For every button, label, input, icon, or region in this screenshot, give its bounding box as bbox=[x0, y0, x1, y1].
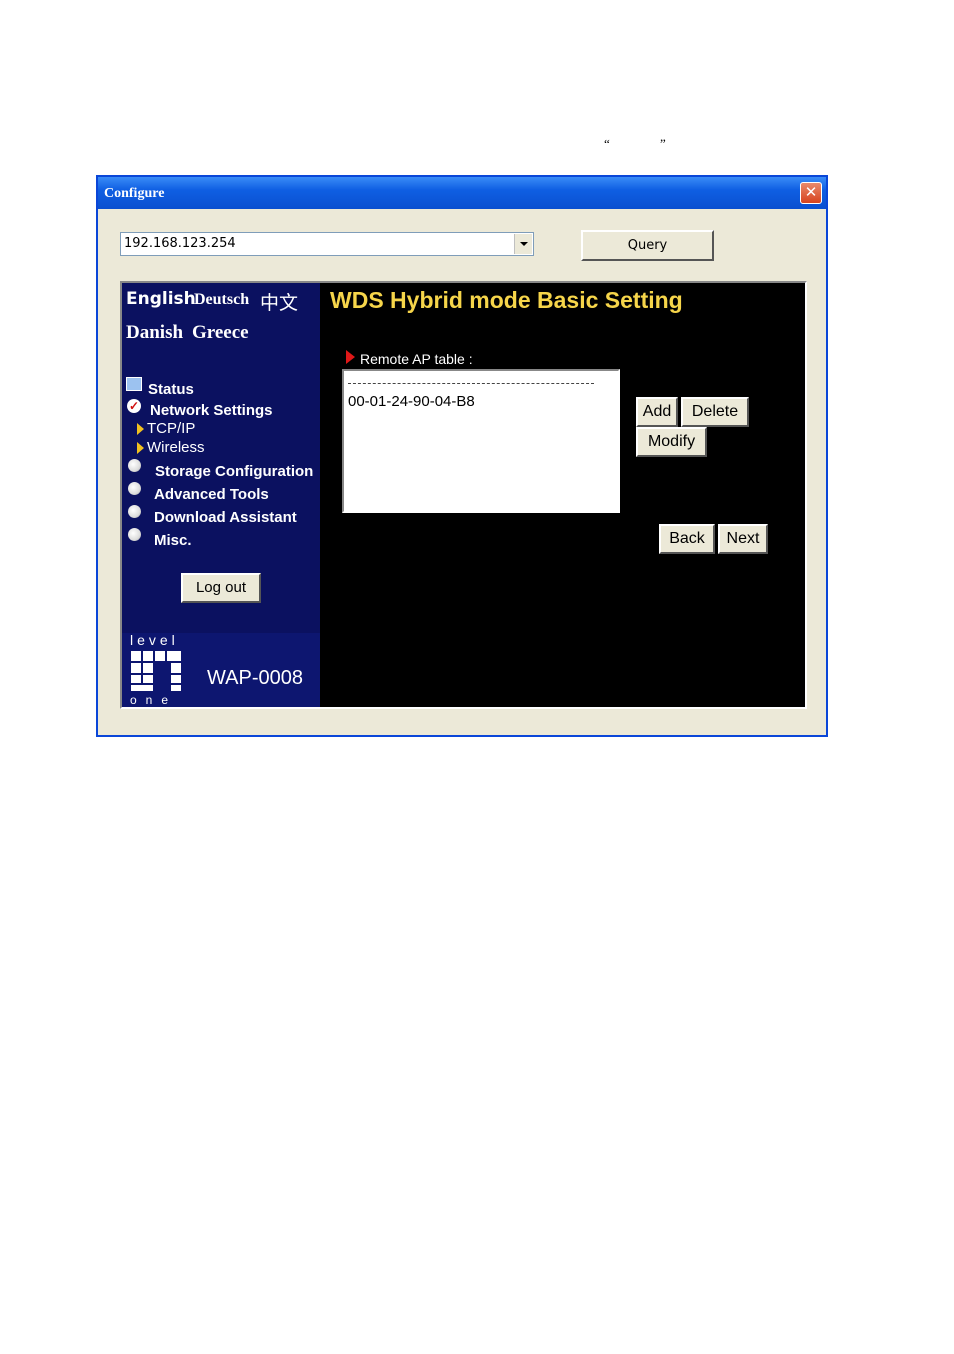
document-quotes: “ ” bbox=[604, 136, 666, 152]
back-button[interactable]: Back bbox=[659, 524, 715, 554]
window-title: Configure bbox=[104, 186, 165, 201]
lang-deutsch[interactable]: Deutsch bbox=[194, 291, 249, 309]
remote-ap-table-label: Remote AP table : bbox=[360, 351, 473, 367]
bullet-icon bbox=[128, 505, 141, 518]
nav-tcpip[interactable]: TCP/IP bbox=[147, 420, 195, 437]
remote-ap-table[interactable]: 00-01-24-90-04-B8 bbox=[342, 369, 620, 513]
page-title: WDS Hybrid mode Basic Setting bbox=[330, 287, 683, 313]
bullet-icon bbox=[128, 482, 141, 495]
lang-chinese[interactable]: 中文 bbox=[260, 288, 298, 315]
logout-button[interactable]: Log out bbox=[181, 573, 261, 603]
nav-status[interactable]: Status bbox=[148, 381, 194, 398]
arrow-right-icon bbox=[137, 423, 144, 435]
title-bar[interactable]: Configure ✕ bbox=[98, 177, 826, 209]
delete-button[interactable]: Delete bbox=[681, 397, 749, 427]
configure-window: Configure ✕ 192.168.123.254 Query Englis… bbox=[96, 175, 828, 737]
brand-logo-area: level one WAP-0008 bbox=[122, 632, 320, 707]
table-separator bbox=[348, 373, 594, 384]
modify-button[interactable]: Modify bbox=[636, 427, 707, 457]
query-button[interactable]: Query bbox=[581, 230, 714, 261]
address-value: 192.168.123.254 bbox=[124, 236, 236, 251]
lang-danish[interactable]: Danish bbox=[126, 322, 183, 344]
sidebar: English Deutsch 中文 Danish Greece Status … bbox=[122, 283, 320, 707]
nav-storage-configuration[interactable]: Storage Configuration bbox=[155, 463, 313, 480]
nav-download-assistant[interactable]: Download Assistant bbox=[154, 509, 297, 526]
logo-top-word: level bbox=[130, 632, 179, 648]
nav-network-settings[interactable]: Network Settings bbox=[150, 402, 273, 419]
lang-greece[interactable]: Greece bbox=[192, 322, 249, 344]
close-quote: ” bbox=[660, 136, 666, 151]
address-combobox[interactable]: 192.168.123.254 bbox=[120, 232, 534, 256]
monitor-icon bbox=[126, 377, 142, 391]
add-button[interactable]: Add bbox=[636, 397, 678, 427]
close-button[interactable]: ✕ bbox=[800, 182, 822, 204]
arrow-right-icon bbox=[137, 442, 144, 454]
bullet-icon bbox=[128, 459, 141, 472]
check-icon: ✓ bbox=[127, 399, 141, 413]
model-name: WAP-0008 bbox=[207, 667, 303, 689]
levelone-logo-icon bbox=[131, 651, 183, 695]
arrow-right-icon bbox=[346, 350, 355, 364]
web-content-panel: English Deutsch 中文 Danish Greece Status … bbox=[120, 281, 807, 709]
bullet-icon bbox=[128, 528, 141, 541]
nav-wireless[interactable]: Wireless bbox=[147, 439, 205, 456]
chevron-down-icon[interactable] bbox=[514, 234, 532, 254]
lang-english[interactable]: English bbox=[126, 289, 196, 309]
list-item[interactable]: 00-01-24-90-04-B8 bbox=[348, 393, 475, 410]
close-icon: ✕ bbox=[804, 183, 818, 201]
open-quote: “ bbox=[604, 136, 610, 151]
logo-bottom-word: one bbox=[130, 693, 178, 707]
next-button[interactable]: Next bbox=[718, 524, 768, 554]
nav-misc[interactable]: Misc. bbox=[154, 532, 192, 549]
nav-advanced-tools[interactable]: Advanced Tools bbox=[154, 486, 269, 503]
